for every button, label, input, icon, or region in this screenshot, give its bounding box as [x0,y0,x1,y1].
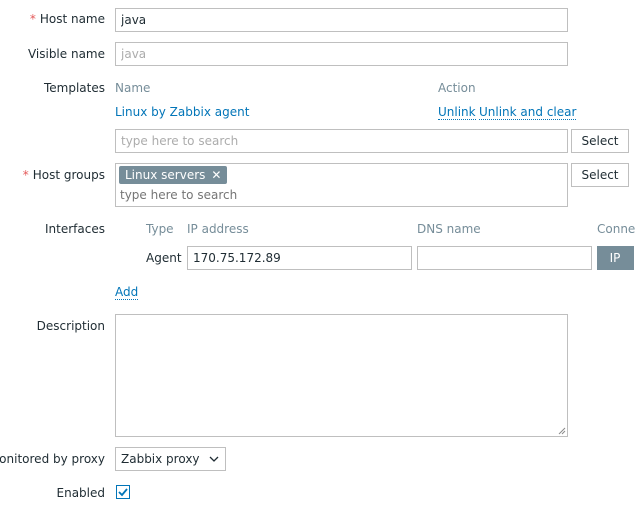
templates-select-button[interactable]: Select [571,129,629,153]
host-groups-label: * Host groups [22,168,105,182]
host-groups-multiselect[interactable]: Linux servers ✕ [115,163,568,207]
templates-col-name: Name [115,81,151,95]
remove-chip-icon[interactable]: ✕ [211,166,221,184]
required-asterisk: * [29,12,36,26]
host-groups-select-button[interactable]: Select [571,163,629,187]
interfaces-col-ip: IP address [187,222,249,236]
interface-dns-input[interactable] [417,246,592,270]
interface-ip-input[interactable] [187,246,412,270]
monitored-by-proxy-label: Monitored by proxy [0,452,105,466]
checkmark-icon [118,488,128,497]
unlink-and-clear-link[interactable]: Unlink and clear [479,105,577,120]
description-label: Description [36,319,105,333]
enabled-checkbox[interactable] [116,485,130,499]
proxy-select-value: Zabbix proxy [121,452,200,466]
connect-ip-button[interactable]: IP [597,246,633,270]
templates-label: Templates [43,81,105,95]
host-groups-search-input[interactable] [120,186,550,204]
interface-type: Agent [146,251,182,265]
templates-search-input[interactable] [115,129,568,153]
add-interface-link[interactable]: Add [115,285,139,300]
visible-name-label: Visible name [27,47,105,61]
interfaces-col-type: Type [146,222,174,236]
enabled-label: Enabled [56,486,106,500]
description-textarea[interactable] [115,314,568,437]
required-asterisk: * [22,168,29,182]
interfaces-label: Interfaces [45,222,105,236]
connect-dns-button-edge[interactable] [632,246,634,270]
chevron-down-icon [209,448,219,470]
interfaces-col-connect: Conne [597,222,636,236]
visible-name-input[interactable] [115,42,568,66]
unlink-link[interactable]: Unlink [438,105,476,120]
host-name-label: * Host name [29,12,105,26]
host-name-input[interactable] [115,8,568,32]
proxy-select[interactable]: Zabbix proxy [115,447,226,471]
host-group-chip-label: Linux servers [125,168,206,182]
interfaces-col-dns: DNS name [417,222,481,236]
templates-col-action: Action [438,81,476,95]
host-group-chip: Linux servers ✕ [119,166,228,184]
template-link-linux-zabbix-agent[interactable]: Linux by Zabbix agent [115,105,249,119]
resize-handle-icon[interactable] [558,427,566,435]
